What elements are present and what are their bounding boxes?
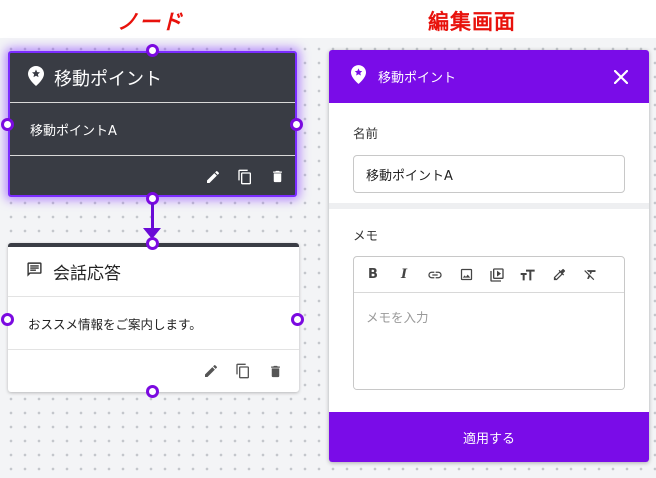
memo-editor: B I [353, 256, 625, 390]
node2-top-handle[interactable] [146, 237, 159, 250]
node-body: 移動ポイントA [10, 103, 295, 156]
location-star-icon [28, 65, 44, 90]
edit-panel: 移動ポイント 名前 メモ B I [329, 50, 649, 462]
node2-left-handle[interactable] [1, 313, 14, 326]
message-icon [26, 261, 43, 282]
close-icon[interactable] [611, 67, 631, 87]
panel-header: 移動ポイント [329, 50, 649, 103]
node-actions [10, 156, 295, 197]
node1-right-handle[interactable] [290, 118, 303, 131]
clear-format-icon[interactable] [579, 264, 601, 286]
video-icon[interactable] [486, 264, 508, 286]
memo-section: メモ B I [329, 209, 649, 390]
link-icon[interactable] [424, 264, 446, 286]
node1-left-handle[interactable] [1, 118, 14, 131]
copy-icon[interactable] [235, 167, 255, 187]
node2-right-handle[interactable] [291, 313, 304, 326]
node-title: 会話応答 [53, 264, 121, 284]
node1-top-handle[interactable] [146, 44, 159, 57]
node-conversation-response[interactable]: 会話応答 おススメ情報をご案内します。 [8, 243, 299, 392]
image-icon[interactable] [455, 264, 477, 286]
copy-icon[interactable] [233, 361, 253, 381]
delete-icon[interactable] [265, 361, 285, 381]
name-field[interactable] [353, 155, 625, 193]
name-section: 名前 [329, 103, 649, 209]
node-header: 会話応答 [8, 247, 299, 297]
panel-title: 移動ポイント [378, 71, 457, 86]
node-move-point[interactable]: 移動ポイント 移動ポイントA [8, 51, 297, 197]
edit-screen-heading: 編集画面 [428, 10, 516, 34]
editor-toolbar: B I [354, 257, 624, 293]
memo-textarea[interactable] [354, 293, 624, 389]
node-body: おススメ情報をご案内します。 [8, 297, 299, 350]
node-title: 移動ポイント [54, 68, 162, 90]
location-star-icon [351, 65, 366, 88]
edit-icon[interactable] [203, 167, 223, 187]
memo-label: メモ [353, 228, 379, 243]
text-size-icon[interactable] [517, 264, 539, 286]
node-header: 移動ポイント [10, 53, 295, 103]
node-heading: ノード [117, 10, 183, 34]
edit-icon[interactable] [201, 361, 221, 381]
bold-button[interactable]: B [362, 264, 384, 286]
node2-bottom-handle[interactable] [146, 385, 159, 398]
color-picker-icon[interactable] [548, 264, 570, 286]
apply-button[interactable]: 適用する [329, 412, 649, 462]
name-label: 名前 [353, 126, 379, 141]
delete-icon[interactable] [267, 167, 287, 187]
italic-button[interactable]: I [393, 264, 415, 286]
